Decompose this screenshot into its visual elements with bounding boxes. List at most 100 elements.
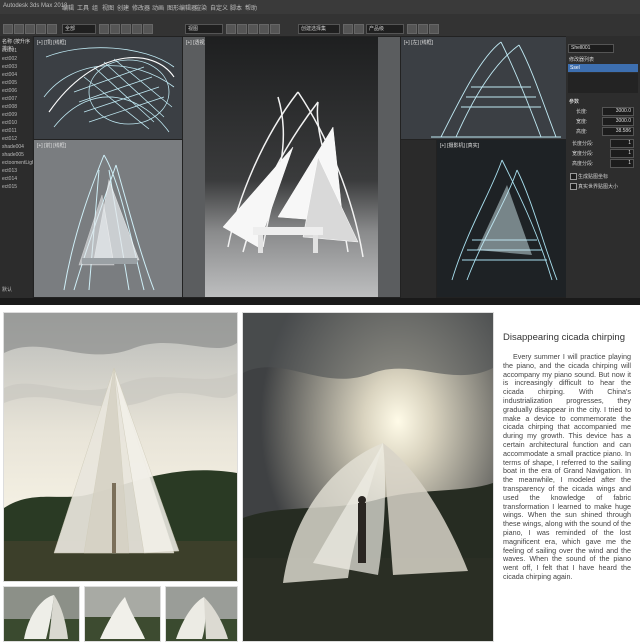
- viewport-perspective[interactable]: [+] [透视] [默认明暗处理]: [182, 36, 401, 298]
- param-label: 宽度分段:: [572, 151, 594, 157]
- list-item[interactable]: ect006: [2, 88, 17, 94]
- spinner-snap-icon[interactable]: [270, 24, 280, 34]
- menu-scripting[interactable]: 脚本: [230, 3, 242, 12]
- list-item[interactable]: ect008: [2, 104, 17, 110]
- param-height-segs-field[interactable]: 1: [610, 159, 634, 168]
- viewport-front[interactable]: [+] [前] [线框]: [33, 139, 183, 298]
- param-height-field[interactable]: 38.586: [602, 127, 634, 136]
- viewport-left[interactable]: [+] [左] [线框]: [400, 36, 567, 140]
- select-by-name-icon[interactable]: [110, 24, 120, 34]
- article-body: Every summer I will practice playing the…: [503, 352, 631, 581]
- list-item[interactable]: ect001: [2, 48, 17, 54]
- redo-icon[interactable]: [14, 24, 24, 34]
- menu-modifiers[interactable]: 修改器: [132, 3, 150, 12]
- thumbnail-photo-1-graphic: [4, 587, 79, 641]
- align-icon[interactable]: [354, 24, 364, 34]
- list-item[interactable]: ect009: [2, 112, 17, 118]
- menu-create[interactable]: 创建: [117, 3, 129, 12]
- param-label: 高度:: [576, 129, 588, 135]
- modeling-app-screenshot: Autodesk 3ds Max 2018 编辑 工具 组 视图 创建 修改器 …: [0, 0, 640, 305]
- reference-coord-dropdown[interactable]: 视图: [185, 24, 223, 34]
- scene-explorer: 名称 (按升序排序) ect001 ect002 ect003 ect004 e…: [0, 36, 42, 298]
- menu-graph-editors[interactable]: 图形编辑器: [167, 3, 197, 12]
- modifier-stack-item[interactable]: Ssel: [568, 64, 638, 72]
- menu-views[interactable]: 视图: [102, 3, 114, 12]
- param-label: 宽度:: [576, 119, 588, 125]
- render-setup-icon[interactable]: [407, 24, 417, 34]
- article: Disappearing cicada chirping Every summe…: [495, 320, 633, 630]
- scale-icon[interactable]: [143, 24, 153, 34]
- thumbnail-photo-3[interactable]: [165, 586, 238, 642]
- percent-snap-icon[interactable]: [259, 24, 269, 34]
- menu-rendering[interactable]: 渲染: [195, 3, 207, 12]
- list-item[interactable]: ect013: [2, 168, 17, 174]
- modifier-stack[interactable]: [568, 73, 638, 93]
- viewport-camera[interactable]: [+] [摄影机] [真实]: [436, 139, 567, 298]
- link-icon[interactable]: [25, 24, 35, 34]
- param-label: 长度分段:: [572, 141, 594, 147]
- list-item[interactable]: ect015: [2, 184, 17, 190]
- thumbnail-photo-1[interactable]: [3, 586, 80, 642]
- named-selection-set-field[interactable]: 创建选择集: [298, 24, 340, 34]
- list-item[interactable]: shade004: [2, 144, 24, 150]
- gen-mapping-checkbox[interactable]: [570, 173, 577, 180]
- menu-group[interactable]: 组: [92, 3, 98, 12]
- list-item[interactable]: ect012: [2, 136, 17, 142]
- move-icon[interactable]: [121, 24, 131, 34]
- param-width-segs-field[interactable]: 1: [610, 149, 634, 158]
- list-item[interactable]: ect004: [2, 72, 17, 78]
- camera-wireframe-graphic: [451, 159, 558, 281]
- mirror-icon[interactable]: [343, 24, 353, 34]
- bind-icon[interactable]: [47, 24, 57, 34]
- modifier-list-label[interactable]: 修改器列表: [569, 56, 594, 63]
- list-item[interactable]: ect003: [2, 64, 17, 70]
- real-world-map-checkbox[interactable]: [570, 183, 577, 190]
- menu-animation[interactable]: 动画: [152, 3, 164, 12]
- pivot-icon[interactable]: [226, 24, 236, 34]
- object-name-field[interactable]: Shell001: [568, 44, 614, 53]
- render-icon[interactable]: [429, 24, 439, 34]
- snap-icon[interactable]: [237, 24, 247, 34]
- list-item[interactable]: ect011: [2, 128, 17, 134]
- param-length-segs-field[interactable]: 1: [610, 139, 634, 148]
- param-label: 长度:: [576, 109, 588, 115]
- viewport-top[interactable]: [+] [顶] [线框]: [33, 36, 183, 140]
- list-item[interactable]: ect005: [2, 80, 17, 86]
- menu-bar: Autodesk 3ds Max 2018 编辑 工具 组 视图 创建 修改器 …: [0, 0, 640, 14]
- photo-installation-sunlight-graphic: [243, 313, 493, 641]
- menu-customize[interactable]: 自定义: [210, 3, 228, 12]
- photo-installation-front: [3, 312, 238, 582]
- params-rollout-header[interactable]: 参数: [569, 98, 579, 105]
- menu-tools[interactable]: 工具: [77, 3, 89, 12]
- list-item[interactable]: ect007: [2, 96, 17, 102]
- param-width-field[interactable]: 3000.0: [602, 117, 634, 126]
- thumbnail-photo-3-graphic: [166, 587, 237, 641]
- unlink-icon[interactable]: [36, 24, 46, 34]
- render-preset-dropdown[interactable]: 产品级: [366, 24, 404, 34]
- gen-mapping-label: 生成贴图坐标: [578, 174, 609, 180]
- front-wireframe-graphic: [63, 154, 155, 291]
- menu-edit[interactable]: 编辑: [62, 3, 74, 12]
- param-length-field[interactable]: 3000.0: [602, 107, 634, 116]
- undo-icon[interactable]: [3, 24, 13, 34]
- render-sculpture-graphic: [222, 91, 364, 258]
- status-bar: [0, 298, 640, 305]
- top-wireframe-graphic: [43, 47, 175, 133]
- list-item[interactable]: ect010: [2, 120, 17, 126]
- thumbnail-photo-2[interactable]: [84, 586, 161, 642]
- article-title: Disappearing cicada chirping: [503, 332, 625, 343]
- select-object-icon[interactable]: [99, 24, 109, 34]
- menu-help[interactable]: 帮助: [245, 3, 257, 12]
- command-panel: Shell001 修改器列表 Ssel 参数 长度: 3000.0 宽度: 30…: [566, 36, 640, 298]
- thumbnail-photo-2-graphic: [85, 587, 160, 641]
- list-item[interactable]: ect014: [2, 176, 17, 182]
- photo-installation-front-graphic: [4, 313, 237, 581]
- angle-snap-icon[interactable]: [248, 24, 258, 34]
- selection-filter-dropdown[interactable]: 全部: [62, 24, 96, 34]
- list-item[interactable]: ect002: [2, 56, 17, 62]
- render-frame-icon[interactable]: [418, 24, 428, 34]
- list-item[interactable]: shade005: [2, 152, 24, 158]
- layer-footer[interactable]: 默认: [2, 286, 12, 293]
- rotate-icon[interactable]: [132, 24, 142, 34]
- photo-installation-sunlight: [242, 312, 494, 642]
